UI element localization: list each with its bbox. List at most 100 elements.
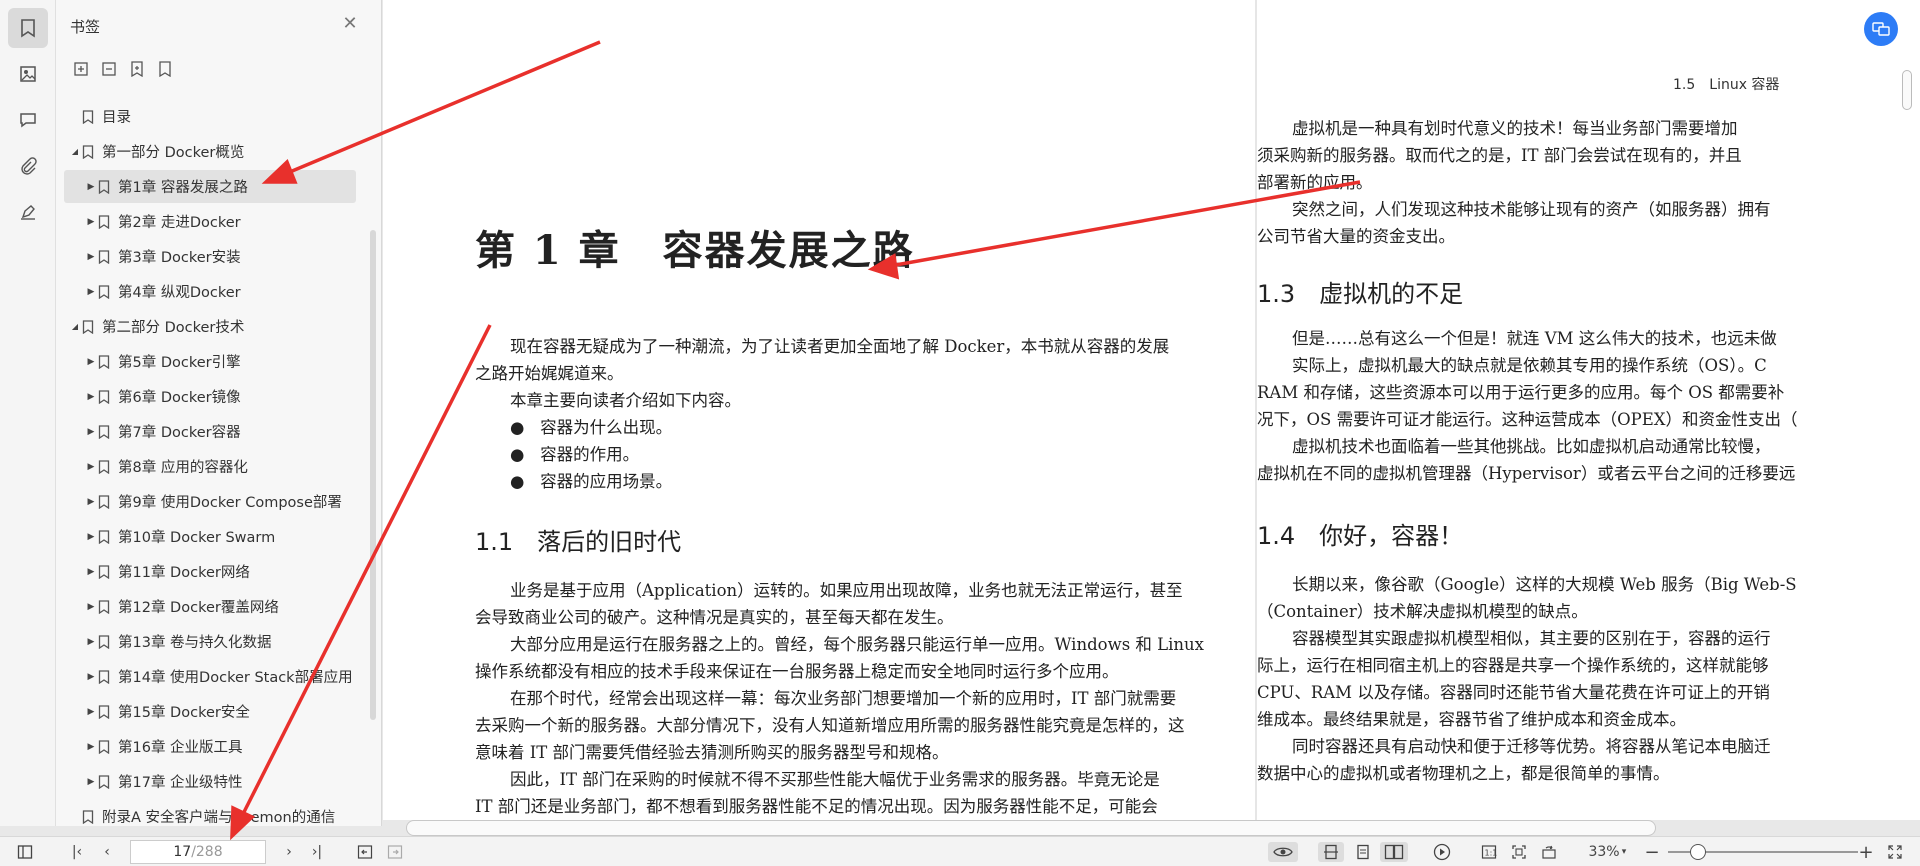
previous-page-icon[interactable]: ‹	[96, 842, 118, 862]
next-page-icon[interactable]: ›	[278, 842, 300, 862]
expand-arrow-icon[interactable]: ▶	[84, 252, 98, 262]
paragraph-line: 操作系统都没有相应的技术手段来保证在一台服务器上稳定而安全地同时运行多个应用。	[475, 662, 1119, 681]
bookmark-item[interactable]: ▶ 第3章 Docker安装	[64, 240, 356, 273]
paragraph-line: 在那个时代，经常会出现这样一幕：每次业务部门想要增加一个新的应用时，IT 部门就…	[510, 689, 1177, 708]
section-heading: 1.1 落后的旧时代	[475, 528, 682, 556]
zoom-in-icon[interactable]: +	[1856, 842, 1876, 863]
bookmark-item[interactable]: ▶ 第8章 应用的容器化	[64, 450, 356, 483]
paragraph-line: 容器模型其实跟虚拟机模型相似，其主要的区别在于，容器的运行	[1292, 629, 1771, 648]
bookmark-item[interactable]: ▶ 第2章 走进Docker	[64, 205, 356, 238]
bookmark-icon	[82, 809, 94, 824]
bookmark-label: 第一部分 Docker概览	[102, 145, 245, 161]
bookmark-icon	[98, 424, 110, 439]
bookmark-label: 第二部分 Docker技术	[102, 320, 245, 336]
bookmark-item[interactable]: ◢ 第一部分 Docker概览	[64, 135, 356, 168]
back-icon[interactable]	[354, 842, 376, 862]
bookmark-icon	[98, 179, 110, 194]
bullet-item: ● 容器为什么出现。	[510, 418, 673, 437]
expand-arrow-icon[interactable]: ▶	[84, 357, 98, 367]
bookmark-item[interactable]: ▶ 第6章 Docker镜像	[64, 380, 356, 413]
bookmark-item[interactable]: ▶ 第4章 纵观Docker	[64, 275, 356, 308]
single-page-view-icon[interactable]	[1318, 842, 1344, 862]
panel-scrollbar[interactable]	[370, 230, 376, 720]
two-page-view-icon[interactable]	[1380, 842, 1408, 862]
bookmark-item[interactable]: ▶ 第14章 使用Docker Stack部署应用	[64, 660, 356, 693]
thumbnail-image-icon[interactable]	[8, 54, 48, 94]
page-number-input[interactable]: 17/288	[130, 840, 266, 864]
actual-size-icon[interactable]: 1:1	[1478, 842, 1500, 862]
expand-arrow-icon[interactable]: ▶	[84, 462, 98, 472]
close-icon[interactable]: ✕	[340, 14, 360, 34]
continuous-view-icon[interactable]	[1350, 842, 1376, 862]
paragraph-line: 但是……总有这么一个但是！就连 VM 这么伟大的技术，也远未做	[1292, 329, 1777, 348]
expand-arrow-icon[interactable]: ▶	[84, 707, 98, 717]
remove-bookmark-icon[interactable]	[98, 58, 120, 80]
bookmark-label: 第10章 Docker Swarm	[118, 530, 276, 546]
bookmark-item[interactable]: ▶ 第15章 Docker安全	[64, 695, 356, 728]
expand-arrow-icon[interactable]: ▶	[84, 392, 98, 402]
document-viewport[interactable]: 第 1 章 容器发展之路 现在容器无疑成为了一种潮流，为了让读者更加全面地了解 …	[383, 0, 1920, 820]
bookmark-icon	[98, 389, 110, 404]
bookmark-icon	[98, 704, 110, 719]
play-icon[interactable]	[1430, 842, 1454, 862]
bookmark-icon	[98, 774, 110, 789]
last-page-icon[interactable]: ›|	[306, 842, 328, 862]
bullet-item: ● 容器的作用。	[510, 445, 640, 464]
bookmark-outline-icon[interactable]	[154, 58, 176, 80]
expand-arrow-icon[interactable]: ▶	[84, 637, 98, 647]
expand-arrow-icon[interactable]: ▶	[84, 497, 98, 507]
bookmark-item[interactable]: ◢ 第二部分 Docker技术	[64, 310, 356, 343]
bookmark-icon	[98, 459, 110, 474]
expand-arrow-icon[interactable]: ▶	[84, 217, 98, 227]
expand-arrow-icon[interactable]: ▶	[84, 427, 98, 437]
expand-arrow-icon[interactable]: ▶	[84, 602, 98, 612]
panel-title: 书签	[70, 18, 101, 36]
expand-arrow-icon[interactable]: ▶	[84, 672, 98, 682]
bookmark-item[interactable]: 附录A 安全客户端与daemon的通信	[64, 800, 356, 833]
bookmark-item[interactable]: ▶ 第7章 Docker容器	[64, 415, 356, 448]
attachment-icon[interactable]	[8, 146, 48, 186]
expand-arrow-icon[interactable]: ▶	[84, 182, 98, 192]
bookmark-item[interactable]: ▶ 第10章 Docker Swarm	[64, 520, 356, 553]
signature-pen-icon[interactable]	[8, 192, 48, 232]
eye-protection-icon[interactable]	[1268, 842, 1298, 862]
expand-arrow-icon[interactable]: ▶	[84, 742, 98, 752]
bookmark-item[interactable]: ▶ 第1章 容器发展之路	[64, 170, 356, 203]
bookmark-label: 第9章 使用Docker Compose部署	[118, 495, 342, 511]
translate-float-button[interactable]	[1864, 12, 1898, 46]
paragraph-line: 去采购一个新的服务器。大部分情况下，没有人知道新增应用所需的服务器性能究竟是怎样…	[475, 716, 1185, 735]
bookmark-panel-icon[interactable]	[8, 8, 48, 48]
paragraph-line: 际上，运行在相同宿主机上的容器是共享一个操作系统的，这样就能够	[1257, 656, 1769, 675]
expand-arrow-icon[interactable]: ▶	[84, 777, 98, 787]
collapse-arrow-icon[interactable]: ◢	[68, 322, 82, 331]
collapse-arrow-icon[interactable]: ◢	[68, 147, 82, 156]
vertical-scrollbar[interactable]	[1902, 70, 1912, 110]
bookmark-label: 第13章 卷与持久化数据	[118, 635, 272, 651]
zoom-out-icon[interactable]: −	[1642, 842, 1662, 863]
expand-arrow-icon[interactable]: ▶	[84, 532, 98, 542]
bookmark-item[interactable]: ▶ 第17章 企业级特性	[64, 765, 356, 798]
bookmark-item[interactable]: ▶ 第13章 卷与持久化数据	[64, 625, 356, 658]
zoom-dropdown-icon[interactable]: ▾	[1618, 842, 1630, 862]
add-bookmark-icon[interactable]	[70, 58, 92, 80]
bookmark-item[interactable]: ▶ 第12章 Docker覆盖网络	[64, 590, 356, 623]
first-page-icon[interactable]: |‹	[66, 842, 88, 862]
expand-arrow-icon[interactable]: ▶	[84, 567, 98, 577]
expand-arrow-icon[interactable]: ▶	[84, 287, 98, 297]
bookmark-item[interactable]: ▶ 第16章 企业版工具	[64, 730, 356, 763]
bookmark-item[interactable]: ▶ 第9章 使用Docker Compose部署	[64, 485, 356, 518]
bookmark-item[interactable]: ▶ 第5章 Docker引擎	[64, 345, 356, 378]
bookmark-item[interactable]: ▶ 第11章 Docker网络	[64, 555, 356, 588]
bookmark-label: 第17章 企业级特性	[118, 775, 243, 791]
horizontal-scrollbar[interactable]	[406, 820, 1656, 836]
zoom-slider-handle[interactable]	[1690, 844, 1706, 860]
rotate-icon[interactable]	[1538, 842, 1560, 862]
bookmark-star-icon[interactable]	[126, 58, 148, 80]
fit-page-icon[interactable]	[1508, 842, 1530, 862]
fullscreen-icon[interactable]	[1884, 842, 1906, 862]
forward-icon[interactable]	[384, 842, 406, 862]
sidebar-toggle-icon[interactable]	[14, 842, 36, 862]
paragraph-line: 公司节省大量的资金支出。	[1257, 227, 1455, 246]
comment-icon[interactable]	[8, 100, 48, 140]
bookmark-item[interactable]: 目录	[64, 100, 356, 133]
